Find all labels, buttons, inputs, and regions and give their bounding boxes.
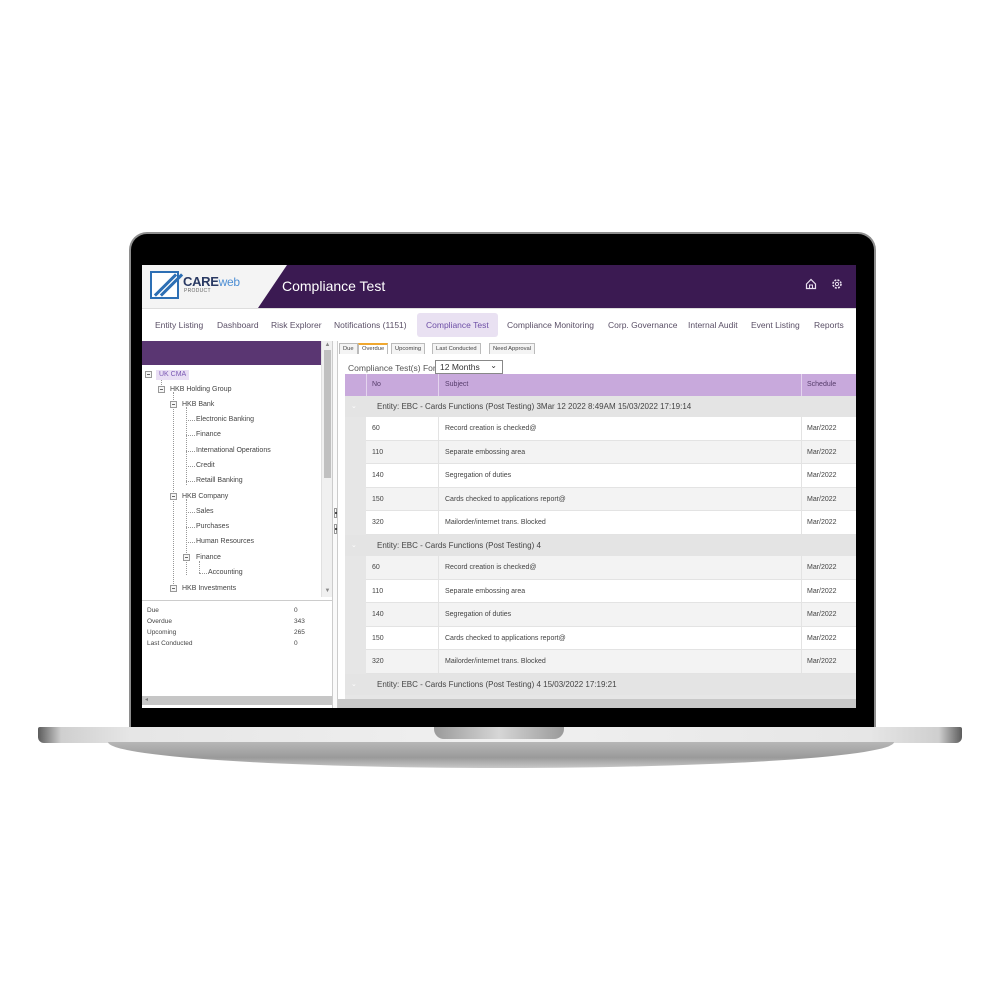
table-row[interactable]: 150 Cards checked to applications report… [366,626,856,650]
gear-icon[interactable] [830,278,844,292]
tree-toggle-icon[interactable] [170,401,177,408]
tree-node[interactable]: HKB Investments [182,584,236,594]
group-row[interactable]: ⌄ Entity: EBC - Cards Functions (Post Te… [345,396,856,417]
tree-node[interactable]: Sales [196,507,214,517]
chevron-down-icon: ⌄ [490,361,497,370]
scroll-left-icon[interactable]: ◂ [145,696,148,705]
app-screen: CAREweb PRODUCT Compliance Test Entity L… [142,265,856,708]
tab-upcoming[interactable]: Upcoming [391,343,426,354]
compliance-panel: Due Overdue Upcoming Last Conducted Need… [338,341,856,708]
tab-overdue[interactable]: Overdue [358,343,389,354]
column-subject[interactable]: Subject [445,374,468,396]
nav-reports[interactable]: Reports [809,313,849,337]
laptop-shadow [108,742,894,768]
tree-node[interactable]: Electronic Banking [196,415,254,425]
splitter-grip-icon[interactable] [334,524,337,534]
compliance-grid: No Subject Schedule ⌄ Entity: EBC - Card… [345,374,856,708]
table-row[interactable]: 60 Record creation is checked@ Mar/2022 [366,556,856,580]
nav-risk-explorer[interactable]: Risk Explorer [266,313,327,337]
table-row[interactable]: 110 Separate embossing area Mar/2022 [366,440,856,464]
horizontal-scrollbar[interactable]: ◂ [142,696,332,705]
table-row[interactable]: 140 Segregation of duties Mar/2022 [366,464,856,488]
nav-compliance-monitoring[interactable]: Compliance Monitoring [502,313,599,337]
tree-scrollbar[interactable]: ▲ ▼ [321,341,332,597]
home-icon[interactable] [804,278,818,292]
group-row[interactable]: ⌄ Entity: EBC - Cards Functions (Post Te… [345,535,856,556]
grid-header: No Subject Schedule [345,374,856,396]
tree-toggle-icon[interactable] [183,554,190,561]
stat-row: Overdue 343 [147,618,305,625]
nav-internal-audit[interactable]: Internal Audit [683,313,743,337]
tab-due[interactable]: Due [339,343,358,354]
nav-entity-listing[interactable]: Entity Listing [150,313,208,337]
tree-node[interactable]: Credit [196,461,215,471]
collapse-icon[interactable]: ⌄ [351,396,357,417]
period-select[interactable]: 12 Months ⌄ [435,360,503,374]
logo-mark-icon [150,271,179,299]
splitter-grip-icon[interactable] [334,508,337,518]
stat-row: Last Conducted 0 [147,640,298,647]
page-title: Compliance Test [282,278,386,294]
tree-node[interactable]: International Operations [196,446,271,456]
test-stats: Due 0 Overdue 343 Upcoming 265 Last Conduct… [142,600,332,651]
tree-node[interactable]: Retaill Banking [196,476,243,486]
scroll-thumb[interactable] [324,350,331,478]
tree-toggle-icon[interactable] [158,386,165,393]
tab-need-approval[interactable]: Need Approval [489,343,536,354]
main-nav: Entity Listing Dashboard Risk Explorer N… [142,308,856,341]
stat-row: Due 0 [147,607,298,614]
nav-dashboard[interactable]: Dashboard [212,313,264,337]
tree-node[interactable]: HKB Bank [182,400,214,410]
table-row[interactable]: 320 Mailorder/internet trans. Blocked Ma… [366,511,856,535]
table-row[interactable]: 110 Separate embossing area Mar/2022 [366,579,856,603]
nav-notifications[interactable]: Notifications (1151) [329,313,412,337]
column-no[interactable]: No [372,374,381,396]
collapse-icon[interactable]: ⌄ [351,674,357,695]
tree-node[interactable]: HKB Company [182,492,228,502]
table-row[interactable]: 140 Segregation of duties Mar/2022 [366,603,856,627]
period-filter-label: Compliance Test(s) For [348,363,436,373]
tree-node-uk-cma[interactable]: UK CMA [156,370,190,380]
group-row[interactable]: ⌄ Entity: EBC - Cards Functions (Post Te… [345,674,856,695]
app-header: CAREweb PRODUCT Compliance Test [142,265,856,308]
nav-event-listing[interactable]: Event Listing [746,313,805,337]
tree-node[interactable]: Accounting [208,568,243,578]
logo-brand: CARE [183,274,219,289]
tab-last-conducted[interactable]: Last Conducted [432,343,481,354]
tree-node[interactable]: HKB Holding Group [170,385,231,395]
tree-toggle-icon[interactable] [170,493,177,500]
collapse-icon[interactable]: ⌄ [351,535,357,556]
laptop-notch [434,727,564,739]
tree-node[interactable]: Purchases [196,522,229,532]
tree-toggle-icon[interactable] [145,371,152,378]
grid-horizontal-scrollbar[interactable] [338,699,856,708]
logo[interactable]: CAREweb PRODUCT [142,265,287,308]
tree-node[interactable]: Finance [196,553,221,563]
table-row[interactable]: 60 Record creation is checked@ Mar/2022 [366,417,856,441]
stat-row: Upcoming 265 [147,629,305,636]
logo-suffix: web [218,275,240,289]
column-schedule[interactable]: Schedule [807,374,836,396]
entity-tree-panel: UK CMA HKB Holding Group HKB Bank Electr… [142,341,334,708]
table-row[interactable]: 320 Mailorder/internet trans. Blocked Ma… [366,650,856,674]
nav-compliance-test[interactable]: Compliance Test [417,313,498,337]
tree-header-band [142,341,321,365]
tree-node[interactable]: Finance [196,430,221,440]
logo-sub: PRODUCT [184,288,211,294]
tree-toggle-icon[interactable] [170,585,177,592]
entity-tree: UK CMA HKB Holding Group HKB Bank Electr… [142,365,321,597]
tree-node[interactable]: Human Resources [196,537,254,547]
table-row[interactable]: 150 Cards checked to applications report… [366,487,856,511]
nav-corp-governance[interactable]: Corp. Governance [603,313,682,337]
